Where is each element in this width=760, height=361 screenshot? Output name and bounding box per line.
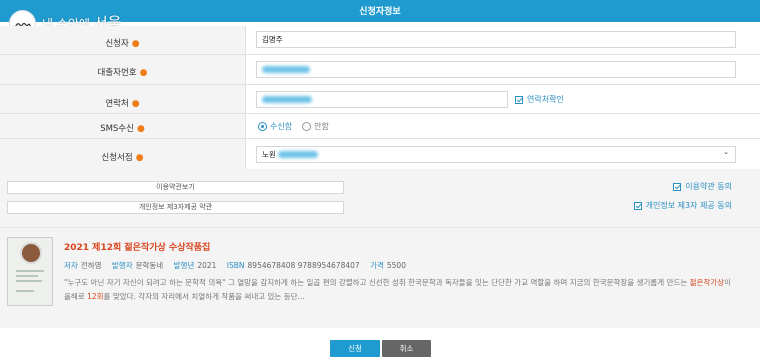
redacted-value <box>262 96 312 103</box>
book-info: 2021 제12회 젊은작가상 수상작품집 저자 전하영 발행자 문학동네 발행년 2… <box>0 227 760 328</box>
sms-radio-group: 수신함 안함 <box>258 114 339 138</box>
loan-number-input[interactable] <box>256 61 736 78</box>
contact-verify-label: 연락처확인 <box>527 95 564 104</box>
terms-section: 이용약관보기 개인정보 제3자제공 약관 이용약관 동의 개인정보 제3자 제공… <box>0 169 760 227</box>
view-terms-button[interactable]: 이용약관보기 <box>7 181 344 194</box>
sms-label: SMS수신 ● <box>100 124 145 134</box>
contact-verify-checkbox[interactable]: 연락처확인 <box>515 94 564 105</box>
row-sms: SMS수신 ● 수신함 안함 <box>0 114 760 139</box>
required-dot: ● <box>131 99 140 109</box>
sms-radio-no[interactable]: 안함 <box>302 121 329 132</box>
redacted-value <box>277 151 318 158</box>
book-isbn: 8954678408 9788954678407 <box>247 261 360 270</box>
checkbox-checked-icon <box>633 201 642 210</box>
library-label: 신청서점 ● <box>101 153 144 163</box>
radio-selected-icon <box>258 121 267 131</box>
sms-radio-yes[interactable]: 수신함 <box>258 121 292 132</box>
sms-cell: 수신함 안함 <box>245 114 760 138</box>
applicant-name-value: 김명주 <box>262 35 283 44</box>
required-dot: ● <box>136 124 145 134</box>
contact-label: 연락처 ● <box>105 99 140 109</box>
agree-terms-label: 이용약관 동의 <box>685 182 732 191</box>
checkbox-checked-icon <box>673 182 682 191</box>
privacy-terms-button[interactable]: 개인정보 제3자제공 약관 <box>7 201 344 214</box>
book-title: 2021 제12회 젊은작가상 수상작품집 <box>64 243 211 253</box>
book-meta: 저자 전하영 발행자 문학동네 발행년 2021 ISBN 8954678408 978… <box>64 261 406 270</box>
agree-terms-checkbox[interactable]: 이용약관 동의 <box>673 181 732 192</box>
cover-illustration <box>20 242 42 264</box>
applicant-cell: 김명주 <box>245 26 760 54</box>
applicant-form: 신청자 ● 김명주 대출자번호 ● 연락처 ● 연락처확인 SMS수신 ● 수신… <box>0 26 760 169</box>
row-contact: 연락처 ● 연락처확인 <box>0 85 760 114</box>
row-applicant: 신청자 ● 김명주 <box>0 26 760 55</box>
submit-button[interactable]: 신청 <box>330 340 380 357</box>
contact-cell: 연락처확인 <box>245 85 760 113</box>
applicant-name-input[interactable]: 김명주 <box>256 31 736 48</box>
radio-unselected-icon <box>302 121 312 131</box>
agree-privacy-checkbox[interactable]: 개인정보 제3자 제공 동의 <box>633 200 732 211</box>
library-select-value: 노원 <box>262 150 276 159</box>
redacted-value <box>262 66 310 73</box>
book-author: 전하영 <box>80 261 102 270</box>
agree-privacy-label: 개인정보 제3자 제공 동의 <box>645 201 732 210</box>
required-dot: ● <box>139 68 148 78</box>
book-cover-image <box>7 237 53 306</box>
loan-number-label: 대출자번호 ● <box>97 68 148 78</box>
book-price: 5500 <box>386 261 406 270</box>
required-dot: ● <box>131 39 140 49</box>
library-select[interactable]: 노원 ⌄ <box>256 146 736 163</box>
library-cell: 노원 ⌄ <box>245 139 760 169</box>
book-description: "누구도 아닌 자기 자신이 되려고 하는 문학적 의욕" 그 열망을 감지하게… <box>64 278 732 301</box>
row-loan-number: 대출자번호 ● <box>0 55 760 85</box>
applicant-label: 신청자 ● <box>105 39 140 49</box>
book-year: 2021 <box>197 261 217 270</box>
loan-number-cell <box>245 55 760 84</box>
checkbox-checked-icon <box>515 95 523 104</box>
required-dot: ● <box>135 153 144 163</box>
book-publisher: 문학동네 <box>135 261 164 270</box>
contact-input[interactable] <box>256 91 508 108</box>
cancel-button[interactable]: 취소 <box>382 340 431 357</box>
chevron-down-icon: ⌄ <box>723 148 729 156</box>
row-library: 신청서점 ● 노원 ⌄ <box>0 139 760 169</box>
